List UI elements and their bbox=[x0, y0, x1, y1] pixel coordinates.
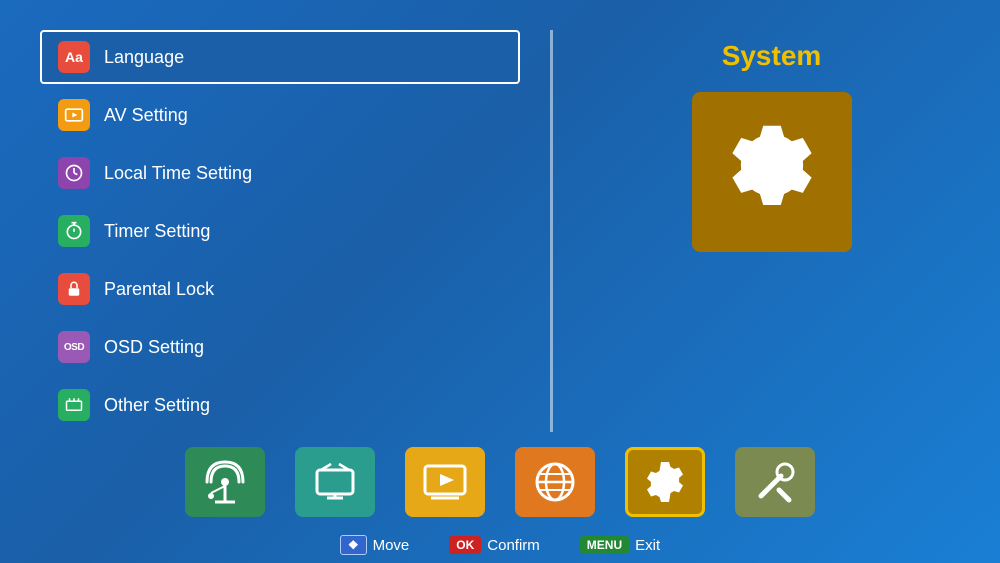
menu-item-language[interactable]: Aa Language bbox=[40, 30, 520, 84]
menu-item-local-time[interactable]: Local Time Setting bbox=[40, 146, 520, 200]
satellite-icon bbox=[201, 458, 249, 506]
status-confirm: OK Confirm bbox=[449, 536, 540, 554]
status-move: ❖ Move bbox=[340, 535, 409, 555]
ok-badge: OK bbox=[449, 536, 481, 554]
globe-icon bbox=[531, 458, 579, 506]
menu-item-timer[interactable]: Timer Setting bbox=[40, 204, 520, 258]
menu-item-av[interactable]: AV Setting bbox=[40, 88, 520, 142]
gear-icon bbox=[717, 117, 827, 227]
menu-label-parental: Parental Lock bbox=[104, 279, 214, 300]
menu-label-local-time: Local Time Setting bbox=[104, 163, 252, 184]
tv-icon bbox=[311, 458, 359, 506]
system-icon-box bbox=[692, 92, 852, 252]
move-label: Move bbox=[373, 537, 410, 554]
menu-label-av: AV Setting bbox=[104, 105, 188, 126]
parental-icon bbox=[58, 273, 90, 305]
local-time-icon bbox=[58, 157, 90, 189]
menu-item-osd[interactable]: OSD OSD Setting bbox=[40, 320, 520, 374]
player-icon bbox=[421, 458, 469, 506]
menu-label-osd: OSD Setting bbox=[104, 337, 204, 358]
tools-icon bbox=[751, 458, 799, 506]
other-icon bbox=[58, 389, 90, 421]
osd-icon: OSD bbox=[58, 331, 90, 363]
right-panel: System bbox=[583, 30, 960, 432]
language-icon: Aa bbox=[58, 41, 90, 73]
nav-player[interactable] bbox=[405, 447, 485, 517]
nav-tv[interactable] bbox=[295, 447, 375, 517]
content-area: Aa Language AV Setting Local Time Settin… bbox=[40, 30, 960, 432]
system-title: System bbox=[722, 40, 822, 72]
nav-system[interactable] bbox=[625, 447, 705, 517]
menu-item-parental[interactable]: Parental Lock bbox=[40, 262, 520, 316]
nav-tools[interactable] bbox=[735, 447, 815, 517]
menu-label-other: Other Setting bbox=[104, 395, 210, 416]
menu-list: Aa Language AV Setting Local Time Settin… bbox=[40, 30, 520, 432]
menu-label-timer: Timer Setting bbox=[104, 221, 210, 242]
divider bbox=[550, 30, 553, 432]
nav-internet[interactable] bbox=[515, 447, 595, 517]
status-exit: MENU Exit bbox=[580, 536, 660, 554]
nav-satellite[interactable] bbox=[185, 447, 265, 517]
av-icon bbox=[58, 99, 90, 131]
menu-label-language: Language bbox=[104, 47, 184, 68]
move-badge: ❖ bbox=[340, 535, 367, 555]
confirm-label: Confirm bbox=[487, 537, 540, 554]
timer-icon bbox=[58, 215, 90, 247]
system-gear-icon bbox=[641, 458, 689, 506]
exit-label: Exit bbox=[635, 537, 660, 554]
status-bar: ❖ Move OK Confirm MENU Exit bbox=[40, 527, 960, 559]
bottom-nav bbox=[40, 432, 960, 527]
menu-badge: MENU bbox=[580, 536, 629, 554]
main-container: Aa Language AV Setting Local Time Settin… bbox=[0, 0, 1000, 563]
menu-item-other[interactable]: Other Setting bbox=[40, 378, 520, 432]
